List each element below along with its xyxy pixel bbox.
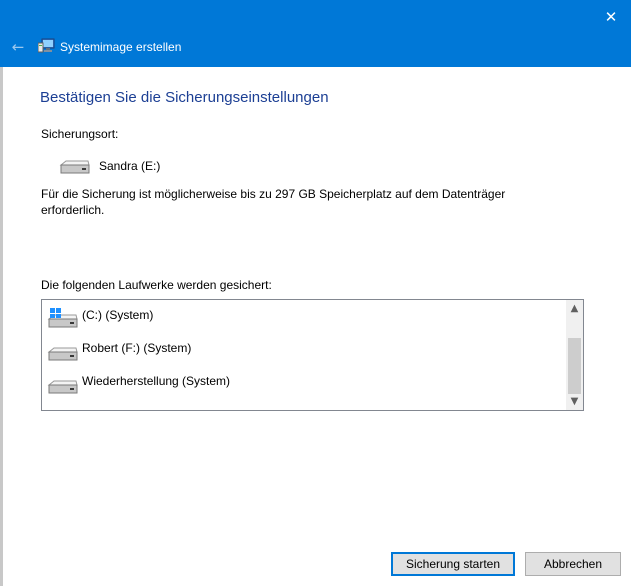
dialog-content: Bestätigen Sie die Sicherungseinstellung… xyxy=(3,67,631,586)
page-title: Bestätigen Sie die Sicherungseinstellung… xyxy=(40,89,329,106)
drive-icon xyxy=(47,347,78,361)
list-item[interactable]: (C:) (System) xyxy=(42,300,564,330)
list-item[interactable]: Wiederherstellung (System) xyxy=(42,366,564,396)
backup-monitor-icon xyxy=(38,38,55,53)
close-icon[interactable]: ✕ xyxy=(599,6,623,28)
drive-icon xyxy=(59,160,90,174)
list-item[interactable]: Robert (F:) (System) xyxy=(42,333,564,363)
drives-list-label: Die folgenden Laufwerke werden gesichert… xyxy=(41,278,272,292)
drive-icon xyxy=(47,380,78,394)
drive-name: (C:) (System) xyxy=(82,308,154,322)
cancel-button[interactable]: Abbrechen xyxy=(525,552,621,576)
drive-name: Wiederherstellung (System) xyxy=(82,374,231,388)
vertical-scrollbar[interactable]: ▲ ▼ xyxy=(566,300,583,410)
drives-listbox[interactable]: (C:) (System) Robert (F:) (System) Wiede… xyxy=(41,299,584,411)
back-arrow-icon[interactable]: ← xyxy=(8,37,28,57)
window-title: Systemimage erstellen xyxy=(60,40,182,54)
scroll-thumb[interactable] xyxy=(568,338,581,394)
backup-location-label: Sicherungsort: xyxy=(41,127,119,141)
title-bar: ✕ ← Systemimage erstellen xyxy=(0,0,631,67)
drive-name: Robert (F:) (System) xyxy=(82,341,192,355)
destination-drive-name: Sandra (E:) xyxy=(99,159,161,173)
scroll-up-icon[interactable]: ▲ xyxy=(566,300,583,317)
scroll-down-icon[interactable]: ▼ xyxy=(566,393,583,410)
start-backup-button[interactable]: Sicherung starten xyxy=(391,552,515,576)
space-info-text: Für die Sicherung ist möglicherweise bis… xyxy=(41,187,506,217)
windows-drive-icon xyxy=(47,308,78,328)
